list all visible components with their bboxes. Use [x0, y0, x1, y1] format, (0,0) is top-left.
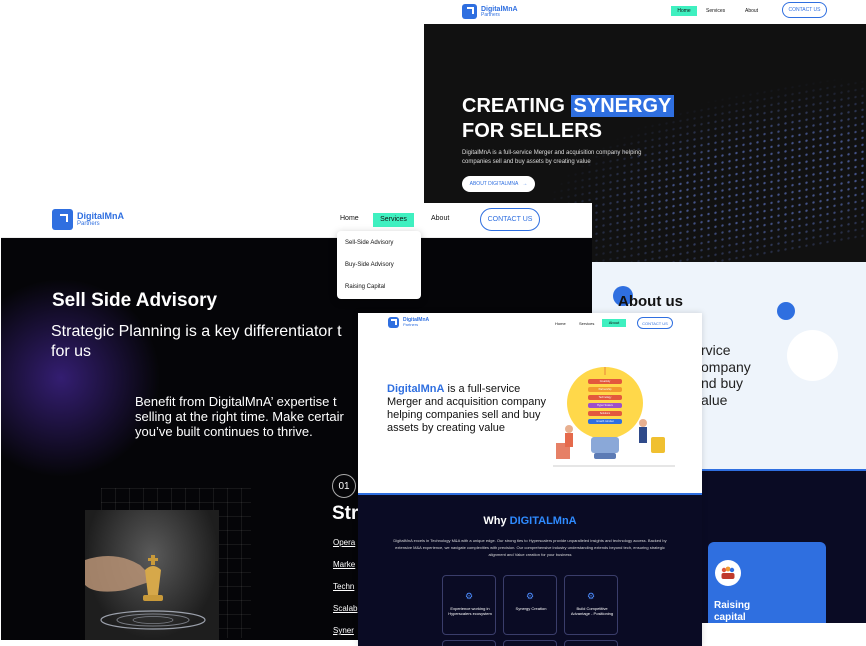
logo-mark-icon — [462, 4, 477, 19]
feature-label: Build Competitive Advantage - Positionin… — [570, 606, 614, 616]
logo[interactable]: DigitalMnA Partners — [52, 209, 124, 230]
bulb-label-hyper-scalers: Hyper Scalers — [588, 403, 622, 408]
contact-button[interactable]: CONTACT US — [480, 208, 540, 231]
why-heading: Why DIGITALMnA — [483, 515, 577, 527]
nav-services[interactable]: Services — [579, 321, 594, 326]
contact-button[interactable]: CONTACT US — [637, 317, 673, 329]
arrow-right-icon: → — [522, 181, 528, 187]
bulb-label-technology: Technology — [588, 395, 622, 400]
feature-card-next[interactable] — [503, 640, 557, 646]
nav-about[interactable]: About — [602, 319, 626, 327]
about-text: rvice ompany nd buy alue — [701, 342, 751, 408]
logo-sub: Partners — [403, 322, 419, 327]
bulb-label-solutions: Solutions — [588, 411, 622, 416]
logo[interactable]: DigitalMnA Partners — [462, 4, 518, 19]
page-title: Sell Side Advisory — [52, 290, 218, 311]
gear-icon: ⚙ — [587, 591, 596, 601]
nav-home[interactable]: Home — [671, 6, 697, 16]
bulb-label-creativity: Creativity — [588, 379, 622, 384]
dropdown-item-sell-side[interactable]: Sell-Side Advisory — [345, 240, 393, 246]
intro-text: DigitalMnA is a full-service Merger and … — [387, 383, 546, 434]
step-link-synergy[interactable]: Syner — [333, 626, 354, 635]
logo-text: DigitalMnA Partners — [403, 317, 430, 327]
step-link-operations[interactable]: Opera — [333, 538, 355, 547]
nav-services[interactable]: Services — [373, 213, 414, 227]
logo-text: DigitalMnA Partners — [481, 5, 518, 18]
gear-icon: ⚙ — [526, 591, 535, 601]
logo-text: DigitalMnA Partners — [77, 211, 124, 228]
feature-label: Synergy Creation — [515, 606, 547, 611]
logo-mark-icon — [52, 209, 73, 230]
logo-mark-icon — [388, 317, 399, 328]
raising-capital-card[interactable]: Raising capital — [708, 542, 826, 623]
header: DigitalMnA Partners Home Services About … — [1, 203, 592, 238]
bulb-label-growth-mindset: Growth mindset — [588, 419, 622, 424]
step-link-technology[interactable]: Techn — [333, 582, 354, 591]
feature-card-next[interactable] — [564, 640, 618, 646]
benefit-text: Benefit from DigitalMnA’ expertise t sel… — [135, 394, 344, 439]
nav-about[interactable]: About — [431, 215, 449, 222]
raising-capital-label: Raising capital — [714, 600, 751, 623]
about-cta-button[interactable]: ABOUT DIGITALMNA → — [462, 176, 535, 192]
why-text: DigitalMnA excels in Technology M&A with… — [393, 538, 667, 557]
feature-card-advantage[interactable]: ⚙ Build Competitive Advantage - Position… — [564, 575, 618, 635]
about-circle-white — [787, 330, 838, 381]
dropdown-item-raising-capital[interactable]: Raising Capital — [345, 284, 385, 290]
logo-sub: Partners — [77, 221, 100, 227]
nav-about[interactable]: About — [745, 6, 758, 16]
feature-card-synergy[interactable]: ⚙ Synergy Creation — [503, 575, 557, 635]
feature-label: Experience working in Hyperscalers ecosy… — [448, 606, 492, 616]
header: DigitalMnA Partners Home Services About … — [424, 0, 866, 24]
step-number-badge: 01 — [332, 474, 356, 498]
nav-services[interactable]: Services — [706, 6, 725, 16]
chess-image — [85, 510, 219, 640]
feature-card-hyperscalers[interactable]: ⚙ Experience working in Hyperscalers eco… — [442, 575, 496, 635]
lightbulb-illustration: Creativity Partnership Technology Hyper … — [553, 365, 675, 470]
about-heading: About us — [618, 293, 683, 310]
feature-card-next[interactable] — [442, 640, 496, 646]
hero-title: CREATING SYNERGY FOR SELLERS — [462, 94, 675, 144]
logo[interactable]: DigitalMnA Partners — [388, 317, 429, 328]
team-icon — [715, 560, 741, 586]
gear-icon: ⚙ — [465, 591, 474, 601]
intro-brand: DigitalMnA — [387, 383, 445, 395]
lead-text: Strategic Planning is a key differentiat… — [51, 323, 342, 360]
screen-home: DigitalMnA Partners Home Services About … — [358, 313, 702, 646]
why-brand: DIGITALMnA — [509, 515, 577, 527]
hero-subtitle: DigitalMnA is a full-service Merger and … — [462, 150, 642, 165]
contact-button[interactable]: CONTACT US — [782, 2, 827, 18]
nav-home[interactable]: Home — [340, 215, 359, 222]
bulb-label-partnership: Partnership — [588, 387, 622, 392]
nav-home[interactable]: Home — [555, 321, 566, 326]
step-title: Str — [332, 503, 359, 524]
step-link-market[interactable]: Marke — [333, 560, 355, 569]
step-link-scalability[interactable]: Scalab — [333, 604, 357, 613]
chess-king-icon — [85, 555, 206, 630]
services-dropdown: Sell-Side Advisory Buy-Side Advisory Rai… — [337, 231, 421, 299]
dropdown-item-buy-side[interactable]: Buy-Side Advisory — [345, 262, 394, 268]
why-section: Why DIGITALMnA DigitalMnA excels in Tech… — [358, 493, 702, 646]
hero-title-highlight: SYNERGY — [570, 95, 675, 117]
header: DigitalMnA Partners Home Services About … — [358, 313, 702, 333]
about-dot-blue-small — [777, 302, 795, 320]
logo-sub: Partners — [481, 11, 500, 18]
